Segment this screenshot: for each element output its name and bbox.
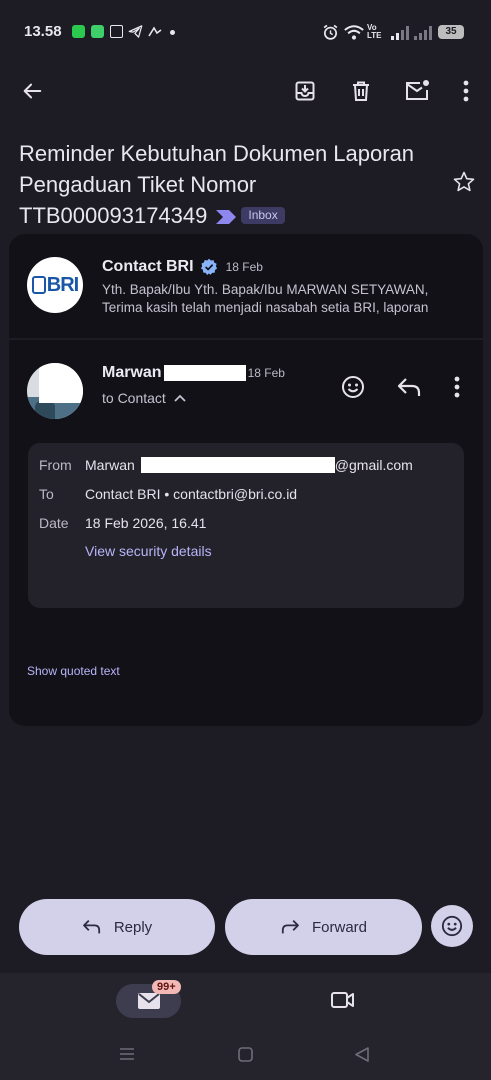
date-value: 18 Feb 2026, 16.41 <box>85 515 207 531</box>
to-label: To <box>39 486 54 502</box>
emoji-icon <box>441 915 463 937</box>
reply-button[interactable]: Reply <box>19 899 215 955</box>
star-icon <box>453 171 475 192</box>
notification-app-icon <box>72 25 85 38</box>
more-vert-icon <box>454 376 460 398</box>
home-button[interactable] <box>238 1047 253 1067</box>
message1-header: Contact BRI 18 Feb <box>102 258 263 276</box>
reply-label: Reply <box>113 918 153 936</box>
status-time: 13.58 <box>24 23 62 40</box>
emoji-reaction-button[interactable] <box>431 905 473 947</box>
more-options-button[interactable] <box>450 75 482 107</box>
more-notifications-dot-icon <box>170 30 175 35</box>
message-date: 18 Feb <box>225 260 263 274</box>
from-label: From <box>39 457 72 473</box>
nav-meet-tab[interactable] <box>330 988 356 1017</box>
wifi-icon <box>344 25 364 40</box>
mark-unread-button[interactable] <box>401 75 433 107</box>
view-security-details-link[interactable]: View security details <box>85 543 212 559</box>
bank-app-icon <box>110 25 123 38</box>
more-vert-icon <box>463 80 469 102</box>
home-square-icon <box>238 1047 253 1062</box>
delete-button[interactable] <box>345 75 377 107</box>
chat-app-icon <box>91 25 104 38</box>
star-button[interactable] <box>448 166 480 198</box>
back-triangle-icon <box>355 1047 369 1062</box>
message-snippet: Yth. Bapak/Ibu Yth. Bapak/Ibu MARWAN SET… <box>102 282 429 315</box>
reply-icon <box>82 919 100 934</box>
email-subject: Reminder Kebutuhan Dokumen Laporan Penga… <box>19 138 439 231</box>
system-back-button[interactable] <box>355 1047 369 1067</box>
verified-badge-icon <box>200 258 217 275</box>
trash-icon <box>353 81 369 101</box>
signal-icon <box>391 26 409 40</box>
mail-unread-icon <box>406 80 429 100</box>
archive-icon <box>295 81 315 101</box>
network-type-label: Vo LTE <box>367 23 382 40</box>
forward-button[interactable]: Forward <box>225 899 422 955</box>
inbox-label-chip[interactable]: Inbox <box>241 206 285 224</box>
forward-icon <box>281 919 299 934</box>
importance-marker-icon <box>216 210 237 225</box>
react-emoji-button[interactable] <box>337 371 369 403</box>
date-label: Date <box>39 515 69 531</box>
reply-icon-button[interactable] <box>393 371 425 403</box>
emoji-icon <box>342 376 364 398</box>
chevron-up-icon <box>174 394 186 402</box>
telegram-icon <box>128 25 143 38</box>
signal-2-icon <box>414 26 432 40</box>
video-camera-icon <box>331 992 354 1008</box>
reply-icon <box>397 378 421 396</box>
message-date: 18 Feb <box>247 366 285 380</box>
mail-icon <box>137 993 160 1009</box>
to-line: to Contact <box>102 390 166 406</box>
redaction-block <box>163 365 246 381</box>
sender-avatar-photo[interactable] <box>27 363 83 419</box>
recent-apps-button[interactable] <box>119 1047 135 1066</box>
recipients-toggle[interactable]: to Contact <box>102 390 186 406</box>
sender-name: Marwan <box>102 364 162 381</box>
message-more-button[interactable] <box>441 371 473 403</box>
redaction-block <box>140 457 335 473</box>
show-quoted-text-link[interactable]: Show quoted text <box>27 664 120 678</box>
sender-name: Contact BRI <box>102 258 194 275</box>
forward-label: Forward <box>311 918 367 936</box>
unread-count-badge: 99+ <box>152 980 181 994</box>
bri-logo: BRI <box>31 274 79 297</box>
to-value: Contact BRI • contactbri@bri.co.id <box>85 486 298 502</box>
app-notification-icon <box>148 26 162 37</box>
back-button[interactable] <box>16 75 48 107</box>
alarm-icon <box>323 24 338 40</box>
sender-avatar-bri[interactable]: BRI <box>27 257 83 313</box>
arrow-left-icon <box>23 83 42 99</box>
from-value: Marwan @gmail.com <box>85 457 413 473</box>
menu-icon <box>120 1048 134 1060</box>
battery-icon: 35 <box>438 25 464 39</box>
message2-header: Marwan 18 Feb <box>102 364 285 382</box>
archive-button[interactable] <box>289 75 321 107</box>
